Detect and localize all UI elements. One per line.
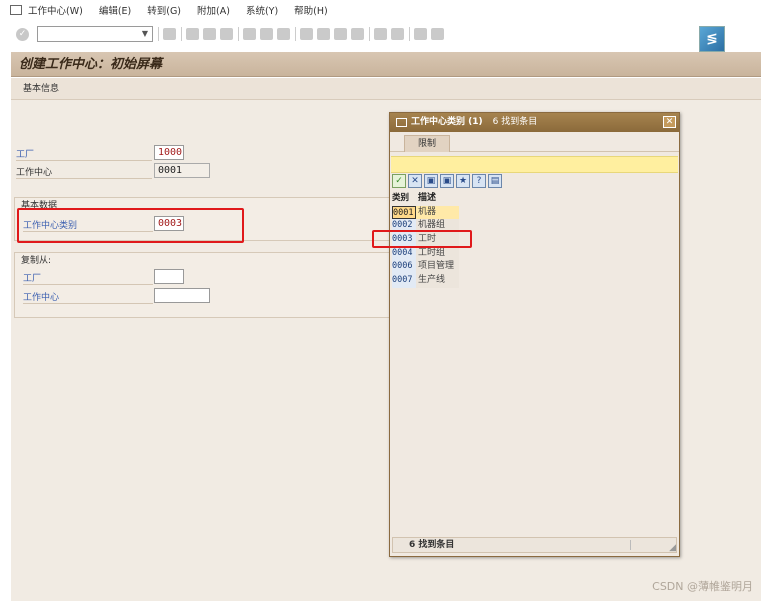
value-help-dialog: 工作中心类别 (1) 6 找到条目 ✕ 限制 ✓ ✕ ▣ ▣ ★ ? ▤ 类别 …: [389, 112, 680, 557]
item-desc[interactable]: 工时组: [416, 246, 459, 261]
label-underline: [23, 284, 153, 285]
item-code[interactable]: 0004: [392, 246, 416, 261]
chevron-down-icon[interactable]: ▼: [138, 27, 152, 41]
separator: [295, 27, 296, 41]
dialog-titlebar: 工作中心类别 (1) 6 找到条目: [390, 113, 679, 132]
save-icon[interactable]: [163, 28, 176, 40]
layout-icon[interactable]: [431, 28, 444, 40]
print-icon[interactable]: [243, 28, 256, 40]
list-header: 类别 描述: [392, 192, 679, 206]
new-session-icon[interactable]: [374, 28, 387, 40]
title-bar: 创建工作中心：初始屏幕: [11, 52, 761, 77]
find-icon[interactable]: ▣: [424, 174, 438, 188]
help-icon[interactable]: ?: [472, 174, 486, 188]
basic-info-button[interactable]: 基本信息: [23, 84, 59, 94]
copy-plant-field[interactable]: [154, 269, 184, 284]
menu-edit[interactable]: 编辑(E): [99, 3, 131, 17]
label-underline: [16, 160, 152, 161]
workcenter-label: 工作中心: [16, 168, 53, 178]
dialog-found-count: 6 找到条目: [492, 117, 538, 127]
page-title: 创建工作中心：初始屏幕: [19, 57, 163, 72]
menu-goto[interactable]: 转到(G): [147, 3, 181, 17]
next-page-icon[interactable]: [334, 28, 347, 40]
favorites-icon[interactable]: ★: [456, 174, 470, 188]
print-icon[interactable]: ▤: [488, 174, 502, 188]
menu-bar: 工作中心(W) 编辑(E) 转到(G) 附加(A) 系统(Y) 帮助(H): [0, 0, 761, 20]
find-next-icon[interactable]: ▣: [440, 174, 454, 188]
separator: [181, 27, 182, 41]
sap-logo: ≶: [699, 26, 725, 52]
menu-extras[interactable]: 附加(A): [197, 3, 230, 17]
standard-toolbar: ✓ ▼: [0, 20, 761, 48]
application-toolbar: 基本信息: [11, 78, 761, 100]
last-page-icon[interactable]: [351, 28, 364, 40]
close-icon[interactable]: ✕: [663, 116, 676, 128]
copy-from-heading: 复制从:: [21, 256, 52, 266]
back-icon[interactable]: [186, 28, 199, 40]
copy-workcenter-field[interactable]: [154, 288, 210, 303]
label-underline: [23, 303, 153, 304]
dialog-title: 工作中心类别 (1): [411, 117, 483, 127]
item-code[interactable]: 0007: [392, 274, 416, 288]
item-desc[interactable]: 项目管理: [416, 260, 459, 275]
first-page-icon[interactable]: [300, 28, 313, 40]
plant-field[interactable]: 1000: [154, 145, 184, 160]
dialog-toolbar: ✓ ✕ ▣ ▣ ★ ? ▤: [392, 173, 504, 189]
find-icon[interactable]: [260, 28, 273, 40]
label-underline: [16, 178, 152, 179]
separator: [369, 27, 370, 41]
enter-icon[interactable]: ✓: [16, 27, 29, 41]
col-desc-header[interactable]: 描述: [416, 192, 459, 206]
cancel-icon[interactable]: ✕: [408, 174, 422, 188]
dialog-status-bar: 6 找到条目: [392, 537, 677, 553]
cancel-icon[interactable]: [220, 28, 233, 40]
resize-grip-icon[interactable]: ◢: [669, 543, 676, 553]
status-divider: [630, 540, 631, 550]
separator: [238, 27, 239, 41]
item-code[interactable]: 0006: [392, 260, 416, 275]
copy-plant-label: 工厂: [23, 274, 42, 284]
col-code-header[interactable]: 类别: [392, 192, 416, 206]
menu-icon[interactable]: [10, 5, 22, 15]
watermark: CSDN @薄帷鉴明月: [652, 580, 753, 593]
menu-help[interactable]: 帮助(H): [294, 3, 328, 17]
copy-workcenter-label: 工作中心: [23, 293, 60, 303]
window-icon: [396, 118, 407, 127]
workcenter-field[interactable]: 0001: [154, 163, 210, 178]
check-icon[interactable]: ✓: [392, 174, 406, 188]
shortcut-icon[interactable]: [391, 28, 404, 40]
help-icon[interactable]: [414, 28, 427, 40]
item-code[interactable]: 0001: [392, 205, 416, 220]
sap-logo-mark: ≶: [706, 31, 718, 47]
highlight-box: [372, 230, 472, 248]
item-desc[interactable]: 机器: [416, 205, 459, 220]
status-text: 6 找到条目: [409, 540, 455, 550]
plant-label: 工厂: [16, 150, 35, 160]
copy-from-group: [14, 252, 390, 318]
list-item[interactable]: 0001 机器: [392, 205, 679, 220]
separator: [158, 27, 159, 41]
menu-system[interactable]: 系统(Y): [246, 3, 278, 17]
command-field[interactable]: ▼: [37, 26, 153, 42]
list-item[interactable]: 0007 生产线: [392, 274, 679, 288]
tab-restrictions[interactable]: 限制: [404, 135, 450, 152]
info-bar: [391, 156, 678, 173]
highlight-box: [17, 208, 244, 243]
list-item[interactable]: 0006 项目管理: [392, 260, 679, 275]
find-next-icon[interactable]: [277, 28, 290, 40]
prev-page-icon[interactable]: [317, 28, 330, 40]
separator: [409, 27, 410, 41]
menu-workcenter[interactable]: 工作中心(W): [28, 3, 83, 17]
list-item[interactable]: 0004 工时组: [392, 246, 679, 261]
item-desc[interactable]: 生产线: [416, 274, 459, 288]
exit-icon[interactable]: [203, 28, 216, 40]
dialog-tabs: 限制: [390, 132, 679, 152]
